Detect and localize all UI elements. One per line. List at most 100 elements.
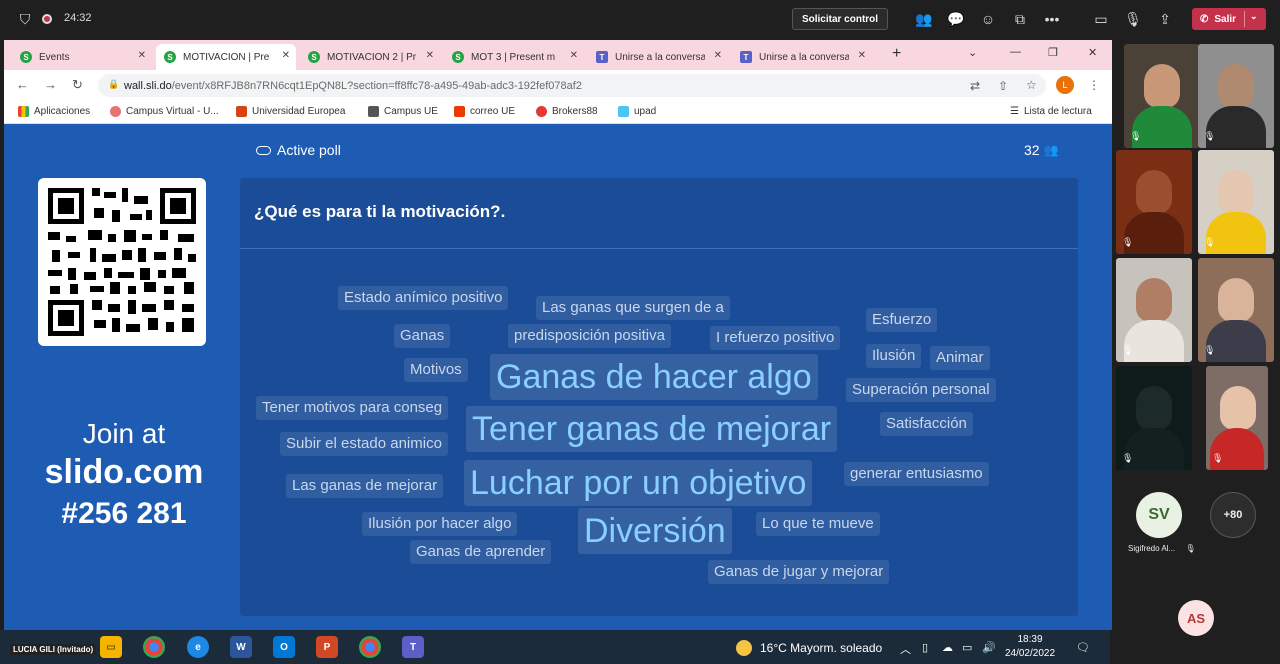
participant-head <box>1136 278 1172 322</box>
browser-tab[interactable]: S Events ✕ <box>12 44 152 70</box>
participant-head <box>1218 170 1254 214</box>
bookmark-label: upad <box>634 106 657 117</box>
bookmark-correo-ue[interactable]: correo UE <box>454 106 515 117</box>
word-cloud-item-large: Luchar por un objetivo <box>464 460 813 506</box>
word-cloud-item: Esfuerzo <box>866 308 938 332</box>
lock-icon[interactable]: 🔒 <box>108 79 119 90</box>
browser-tab[interactable]: S MOT 3 | Present m ✕ <box>444 44 584 70</box>
chrome-profile-icon[interactable] <box>359 636 381 658</box>
bookmark-campus-ue[interactable]: Campus UE <box>368 106 438 117</box>
word-cloud-item: Motivos <box>404 358 468 382</box>
back-icon[interactable]: ← <box>16 77 29 92</box>
rooms-icon[interactable]: ⧉ <box>1011 10 1029 28</box>
close-icon[interactable]: ✕ <box>138 50 146 61</box>
tab-search-icon[interactable]: ⌄ <box>968 46 977 59</box>
forward-icon[interactable]: → <box>44 77 57 92</box>
bookmark-universidad-europea[interactable]: Universidad Europea <box>236 106 345 117</box>
mic-off-icon[interactable]: 🎙 <box>1124 10 1142 28</box>
weather-widget[interactable]: 16°C Mayorm. soleado <box>736 640 882 656</box>
battery-icon[interactable]: ▭ <box>962 641 972 654</box>
participant-video-tile[interactable]: 🎙 <box>1116 258 1192 362</box>
close-icon[interactable]: ✕ <box>714 50 722 61</box>
word-cloud-item: Ilusión <box>866 344 922 368</box>
presenter-label: LUCIA GILI (Invitado) <box>10 644 97 655</box>
reactions-icon[interactable]: ☺ <box>979 10 997 28</box>
restore-icon[interactable]: ❐ <box>1048 46 1058 59</box>
close-window-icon[interactable]: ✕ <box>1088 46 1097 59</box>
avatar[interactable]: AS <box>1178 600 1214 636</box>
question-divider <box>240 248 1078 249</box>
participant-video-tile[interactable]: 🎙 <box>1116 150 1192 254</box>
tab-label: Events <box>39 51 70 63</box>
teams-icon: T <box>596 51 608 63</box>
close-icon[interactable]: ✕ <box>426 50 434 61</box>
minimize-icon[interactable]: — <box>1010 46 1021 58</box>
menu-icon[interactable]: ⋮ <box>1088 78 1100 92</box>
brokers88-icon <box>536 106 547 117</box>
bookmark-apps[interactable]: Aplicaciones <box>18 106 90 117</box>
word-cloud-item: Animar <box>930 346 990 370</box>
share-screen-icon[interactable]: ⇪ <box>1156 10 1174 28</box>
leave-label: Salir <box>1214 13 1237 25</box>
word-cloud-item: Satisfacción <box>880 412 973 436</box>
participant-video-tile[interactable]: 🎙 <box>1116 366 1192 470</box>
close-icon[interactable]: ✕ <box>858 50 866 61</box>
participant-video-tile[interactable]: 🎙 <box>1124 44 1200 148</box>
edge-icon[interactable]: e <box>187 636 209 658</box>
close-icon[interactable]: ✕ <box>570 50 578 61</box>
tab-label: Unirse a la conversa <box>615 51 705 63</box>
file-explorer-icon[interactable]: ▭ <box>100 636 122 658</box>
close-icon[interactable]: ✕ <box>282 50 290 61</box>
device-icon[interactable]: ▯ <box>922 641 928 654</box>
browser-tab[interactable]: S MOTIVACION 2 | Pr ✕ <box>300 44 440 70</box>
mic-off-icon: 🎙 <box>1122 453 1134 463</box>
star-icon[interactable]: ☆ <box>1026 78 1037 92</box>
teams-icon[interactable]: T <box>402 636 424 658</box>
powerpoint-icon[interactable]: P <box>316 636 338 658</box>
translate-icon[interactable]: ⇄ <box>970 79 980 93</box>
mic-off-icon: 🎙 <box>1204 237 1216 247</box>
participant-head <box>1136 170 1172 214</box>
more-participants-button[interactable]: +80 <box>1210 492 1256 538</box>
people-icon[interactable]: 👥 <box>915 10 933 28</box>
leave-button[interactable]: ✆ Salir ⌄ <box>1192 8 1266 30</box>
bookmark-upad[interactable]: upad <box>618 106 656 117</box>
notifications-icon[interactable]: 🗨 <box>1076 641 1090 654</box>
browser-tab[interactable]: T Unirse a la conversa ✕ <box>732 44 872 70</box>
reload-icon[interactable]: ↻ <box>72 77 83 93</box>
camera-off-icon[interactable]: ▭ <box>1092 10 1110 28</box>
campus-virtual-icon <box>110 106 121 117</box>
participant-video-tile[interactable]: 🎙 <box>1198 150 1274 254</box>
browser-tab[interactable]: T Unirse a la conversa ✕ <box>588 44 728 70</box>
word-icon[interactable]: W <box>230 636 252 658</box>
request-control-button[interactable]: Solicitar control <box>792 8 888 30</box>
volume-icon[interactable]: 🔊 <box>982 641 996 654</box>
new-tab-icon[interactable]: + <box>892 45 901 63</box>
profile-avatar[interactable]: L <box>1056 76 1074 94</box>
participant-video-tile[interactable]: 🎙 <box>1198 258 1274 362</box>
url-input[interactable]: 🔒 wall.sli.do /event/x8RFJB8n7RN6cqt1EpQ… <box>98 74 1046 97</box>
chevron-down-icon[interactable]: ⌄ <box>1250 11 1258 22</box>
cloud-icon <box>256 145 271 155</box>
browser-tab-active[interactable]: S MOTIVACION | Pre ✕ <box>156 44 296 70</box>
bookmark-brokers88[interactable]: Brokers88 <box>536 106 598 117</box>
participant-video-tile[interactable]: 🎙 <box>1198 44 1274 148</box>
more-options-icon[interactable]: ••• <box>1043 10 1061 28</box>
clock-date: 24/02/2022 <box>1004 648 1056 659</box>
chrome-icon[interactable] <box>143 636 165 658</box>
participant-video-tile[interactable]: 🎙 <box>1206 366 1268 470</box>
word-cloud-item: Ganas de jugar y mejorar <box>708 560 890 584</box>
system-clock[interactable]: 18:39 24/02/2022 <box>1000 633 1060 661</box>
bookmark-label: Aplicaciones <box>34 106 91 117</box>
participant-count: 32 👥 <box>1024 142 1059 158</box>
reading-list[interactable]: ☰ Lista de lectura <box>1010 106 1092 117</box>
onedrive-icon[interactable]: ☁ <box>942 641 953 654</box>
avatar[interactable]: SV <box>1136 492 1182 538</box>
outlook-icon[interactable]: O <box>273 636 295 658</box>
bookmark-campus-virtual[interactable]: Campus Virtual - U... <box>110 106 219 117</box>
bookmarks-bar: Aplicaciones Campus Virtual - U... Unive… <box>4 100 1112 124</box>
share-icon[interactable]: ⇧ <box>998 79 1008 93</box>
chat-icon[interactable]: 💬 <box>947 10 965 28</box>
chevron-up-icon[interactable]: ︿ <box>900 641 911 657</box>
participant-name: Sigifredo Al... 🎙 <box>1128 544 1196 553</box>
